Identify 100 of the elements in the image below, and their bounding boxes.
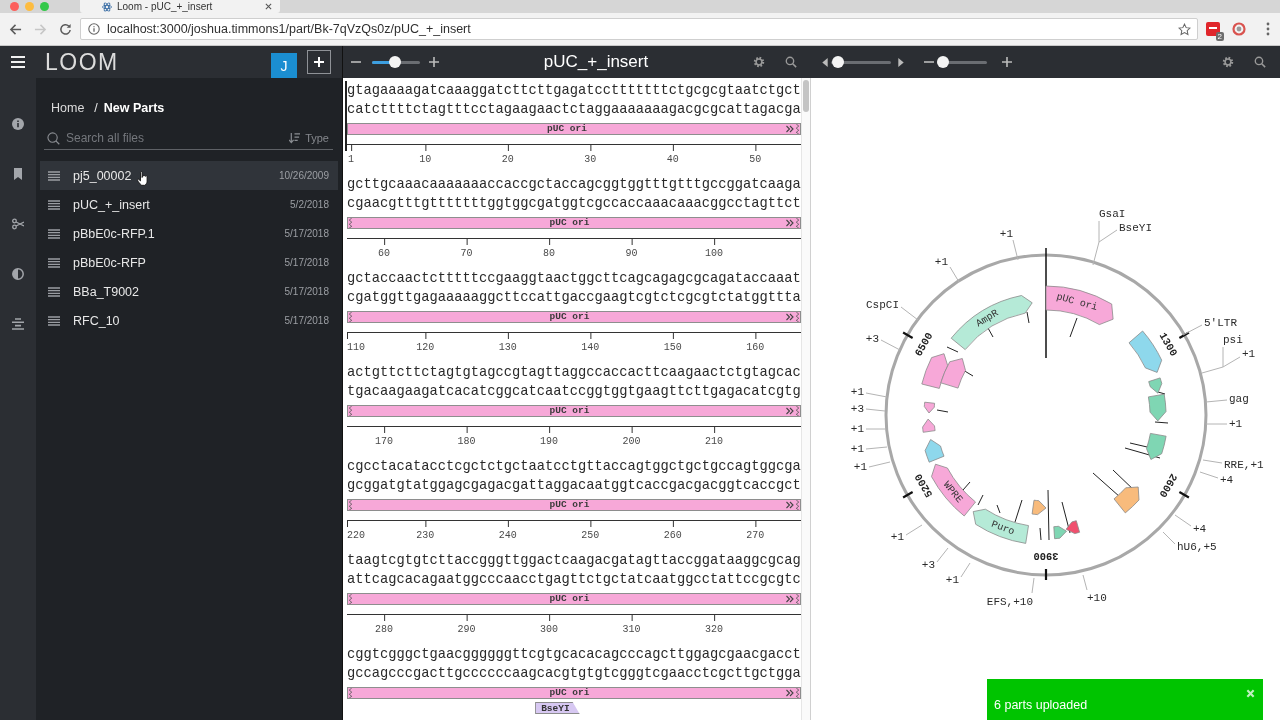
search-icon[interactable] <box>785 56 797 68</box>
feature-arrow[interactable] <box>1065 520 1080 534</box>
site-label[interactable]: +3 <box>865 333 879 345</box>
feature-arrow[interactable] <box>931 463 976 517</box>
breadcrumb-link[interactable]: Home <box>51 101 85 115</box>
user-avatar-button[interactable]: J <box>271 53 297 79</box>
site-label[interactable]: RRE,+1 <box>1224 459 1264 471</box>
leader-line <box>1162 531 1176 545</box>
caret-left-icon[interactable] <box>822 57 828 67</box>
site-label[interactable]: GsaI <box>1099 208 1126 220</box>
file-item[interactable]: BBa_T9002 5/17/2018 <box>40 277 338 306</box>
position-label: 140 <box>581 342 600 354</box>
file-item[interactable]: pBbE0c-RFP 5/17/2018 <box>40 248 338 277</box>
feature-arrow[interactable] <box>1045 285 1114 325</box>
position-label: 1 <box>348 154 355 166</box>
site-label[interactable]: +3 <box>921 559 935 571</box>
leader-line <box>1205 423 1228 425</box>
settings-icon[interactable] <box>1222 56 1234 68</box>
settings-icon[interactable] <box>753 56 765 68</box>
file-item[interactable]: pUC_+_insert 5/2/2018 <box>40 190 338 219</box>
scrollbar-thumb[interactable] <box>803 80 809 112</box>
position-label: 50 <box>749 154 762 166</box>
file-item[interactable]: pBbE0c-RFP.1 5/17/2018 <box>40 219 338 248</box>
site-label[interactable]: EFS,+10 <box>986 596 1033 608</box>
toast-message: 6 parts uploaded <box>994 698 1089 712</box>
site-label[interactable]: +1 <box>1242 348 1256 360</box>
position-label: 310 <box>622 624 641 636</box>
site-label[interactable]: gag <box>1229 393 1249 405</box>
site-label[interactable]: +1 <box>999 228 1013 240</box>
slider-thumb[interactable] <box>832 55 845 68</box>
more-menu-icon[interactable] <box>1266 22 1270 36</box>
search-field[interactable]: Search all files <box>66 129 290 147</box>
site-label[interactable]: +1 <box>850 386 864 398</box>
site-label[interactable]: +10 <box>1087 592 1107 604</box>
site-label[interactable]: +1 <box>934 256 948 268</box>
feature-bar[interactable]: pUC ori <box>347 593 801 605</box>
new-part-button[interactable] <box>307 50 331 74</box>
site-label[interactable]: +4 <box>1193 523 1207 535</box>
slider-thumb[interactable] <box>389 55 402 68</box>
site-label[interactable]: +1 <box>850 423 864 435</box>
sort-button[interactable]: Type <box>289 132 329 144</box>
leader-line <box>880 339 901 351</box>
info-icon[interactable] <box>12 118 24 130</box>
scissors-icon[interactable] <box>12 218 24 230</box>
site-label[interactable]: +4 <box>1220 474 1234 486</box>
address-field[interactable]: localhost:3000/joshua.timmons1/part/Bk-7qVzQs0z/pUC_+_insert <box>80 18 1198 40</box>
site-label[interactable]: hU6,+5 <box>1177 541 1217 553</box>
back-arrow-icon[interactable] <box>9 22 22 36</box>
slider-thumb[interactable] <box>937 55 949 68</box>
enzyme-site-tag[interactable]: BseYI <box>535 702 580 714</box>
site-label[interactable]: psi <box>1223 334 1243 346</box>
bookmark-icon[interactable] <box>12 168 24 180</box>
breadcrumb-link[interactable]: New Parts <box>103 101 165 115</box>
leader-line <box>1182 324 1203 336</box>
position-label: 300 <box>540 624 559 636</box>
star-icon[interactable] <box>1178 22 1191 36</box>
search-icon[interactable] <box>1254 56 1266 68</box>
caret-right-icon[interactable] <box>898 57 904 67</box>
reload-icon[interactable] <box>59 22 72 36</box>
site-label[interactable]: 5'LTR <box>1204 317 1237 329</box>
site-label[interactable]: BseYI <box>1119 222 1152 234</box>
feature-bar[interactable]: pUC ori <box>347 687 801 699</box>
feature-bar[interactable]: pUC ori <box>347 311 801 323</box>
sequence-strand: cggtcgggctgaacggggggttcgtgcacacagcccagcttggagcgaacgacct <box>347 646 801 664</box>
site-label[interactable]: +1 <box>850 443 864 455</box>
position-label: 210 <box>705 436 724 448</box>
sequence-strand: gcggatgtatggagcgagacgattaggacaatggtcaccgacgacggtcaccgct <box>347 477 801 495</box>
feature-bar[interactable]: pUC ori <box>347 123 801 135</box>
browser-tab[interactable]: Loom - pUC_+_insert <box>80 0 280 13</box>
plus-icon[interactable] <box>1002 57 1012 67</box>
file-item[interactable]: RFC_10 5/17/2018 <box>40 306 338 335</box>
search-icon <box>47 131 60 145</box>
file-item[interactable]: pj5_00002 10/26/2009 <box>40 161 338 190</box>
leader-line <box>1012 239 1019 261</box>
site-label[interactable]: +1 <box>1229 418 1243 430</box>
extension-icon[interactable] <box>1206 22 1220 36</box>
feature-bar[interactable]: pUC ori <box>347 217 801 229</box>
feature-label: pUC ori <box>547 124 587 134</box>
info-icon[interactable] <box>88 23 100 35</box>
site-label[interactable]: +1 <box>945 574 959 586</box>
close-icon[interactable] <box>265 3 272 10</box>
sequence-strand: cgatggttgagaaaaaggcttccattgaccgaagtcgtctcgcgtctatggttta <box>347 289 801 307</box>
position-label: 90 <box>625 248 638 260</box>
leader-line <box>1031 577 1035 594</box>
feature-label: pUC ori <box>549 218 590 228</box>
contrast-icon[interactable] <box>12 268 24 280</box>
menu-icon[interactable] <box>11 56 25 68</box>
ring-icon[interactable] <box>1232 22 1246 36</box>
plus-icon[interactable] <box>429 57 439 67</box>
leader-line <box>1174 514 1192 527</box>
site-label[interactable]: CspCI <box>866 299 899 311</box>
feature-arrow[interactable] <box>972 508 1029 544</box>
feature-label: pUC ori <box>549 688 590 698</box>
align-center-icon[interactable] <box>12 318 24 330</box>
site-label[interactable]: +1 <box>853 461 867 473</box>
site-label[interactable]: +1 <box>890 531 904 543</box>
site-label[interactable]: +3 <box>850 403 864 415</box>
sequence-strand: gtagaaaagatcaaaggatcttcttgagatcctttttttctgcgcgtaatctgct <box>347 82 801 100</box>
feature-bar[interactable]: pUC ori <box>347 405 801 417</box>
feature-bar[interactable]: pUC ori <box>347 499 801 511</box>
